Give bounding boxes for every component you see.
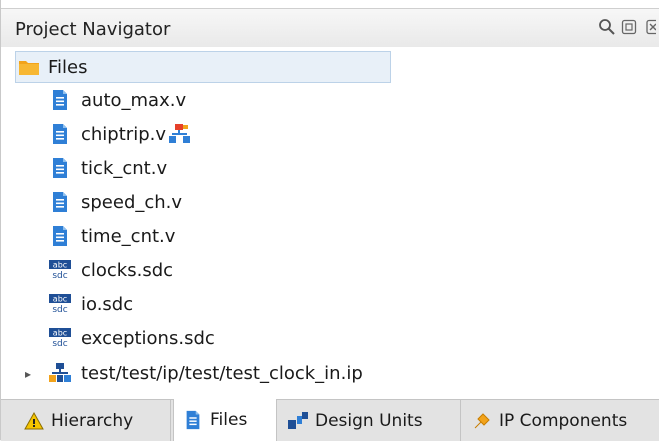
tab-label: Design Units: [315, 410, 423, 431]
file-label: clocks.sdc: [81, 259, 174, 281]
titlebar-controls: [598, 18, 659, 36]
svg-text:abc: abc: [53, 329, 67, 338]
files-tree: Files auto_max.v chiptrip.v tick_cnt.v s…: [1, 47, 659, 399]
sdc-file-icon: abc sdc: [49, 292, 71, 316]
restore-icon[interactable]: [620, 18, 638, 36]
tab-design-units[interactable]: Design Units: [279, 400, 461, 441]
tree-item-chiptrip[interactable]: chiptrip.v: [49, 119, 192, 149]
tab-label: IP Components: [499, 410, 628, 431]
file-label: time_cnt.v: [81, 225, 176, 247]
verilog-file-icon: [49, 156, 71, 180]
tab-label: Files: [210, 410, 248, 430]
tab-hierarchy[interactable]: Hierarchy: [15, 400, 171, 441]
ip-file-icon: [49, 361, 71, 385]
verilog-file-icon: [49, 122, 71, 146]
tab-ip-components[interactable]: IP Components: [463, 400, 659, 441]
search-icon[interactable]: [598, 18, 616, 36]
verilog-file-icon: [49, 224, 71, 248]
design-units-icon: [287, 410, 309, 432]
verilog-file-icon: [49, 190, 71, 214]
close-icon[interactable]: [642, 18, 659, 36]
svg-text:sdc: sdc: [52, 339, 67, 349]
tree-item-io-sdc[interactable]: abc sdc io.sdc: [49, 289, 133, 319]
verilog-file-icon: [49, 88, 71, 112]
sdc-file-icon: abc sdc: [49, 258, 71, 282]
svg-text:abc: abc: [53, 295, 67, 304]
folder-icon: [18, 55, 40, 79]
hierarchy-icon: [23, 410, 45, 432]
tree-item-tick-cnt[interactable]: tick_cnt.v: [49, 153, 167, 183]
file-label: test/test/ip/test/test_clock_in.ip: [81, 362, 363, 384]
svg-text:sdc: sdc: [52, 305, 67, 315]
file-label: tick_cnt.v: [81, 157, 168, 179]
navigator-tabbar: Hierarchy Files Design Units IP Componen…: [1, 399, 659, 441]
svg-text:abc: abc: [53, 261, 67, 270]
svg-text:sdc: sdc: [52, 271, 67, 281]
file-label: chiptrip.v: [81, 123, 166, 145]
tree-item-exceptions-sdc[interactable]: abc sdc exceptions.sdc: [49, 323, 215, 353]
tree-item-speed-ch[interactable]: speed_ch.v: [49, 187, 182, 217]
sdc-file-icon: abc sdc: [49, 326, 71, 350]
file-label: speed_ch.v: [81, 191, 183, 213]
panel-title: Project Navigator: [15, 19, 171, 40]
panel-titlebar: Project Navigator: [1, 8, 659, 48]
files-icon: [182, 409, 204, 431]
tab-label: Hierarchy: [51, 410, 134, 431]
tree-root-files[interactable]: Files: [15, 51, 391, 83]
top-level-entity-icon: [168, 123, 192, 145]
tree-item-test-clock-in-ip[interactable]: test/test/ip/test/test_clock_in.ip: [49, 358, 363, 388]
file-label: exceptions.sdc: [81, 327, 215, 349]
tree-root-label: Files: [48, 56, 88, 78]
project-navigator-panel: Project Navigator Files auto_max.v chipt…: [0, 0, 659, 441]
expand-arrow-icon[interactable]: ▸: [25, 367, 31, 381]
tab-files[interactable]: Files: [173, 399, 277, 441]
file-label: io.sdc: [81, 293, 134, 315]
tree-item-auto-max[interactable]: auto_max.v: [49, 85, 186, 115]
tree-item-time-cnt[interactable]: time_cnt.v: [49, 221, 175, 251]
tree-item-clocks-sdc[interactable]: abc sdc clocks.sdc: [49, 255, 173, 285]
ip-components-icon: [471, 410, 493, 432]
file-label: auto_max.v: [81, 89, 187, 111]
